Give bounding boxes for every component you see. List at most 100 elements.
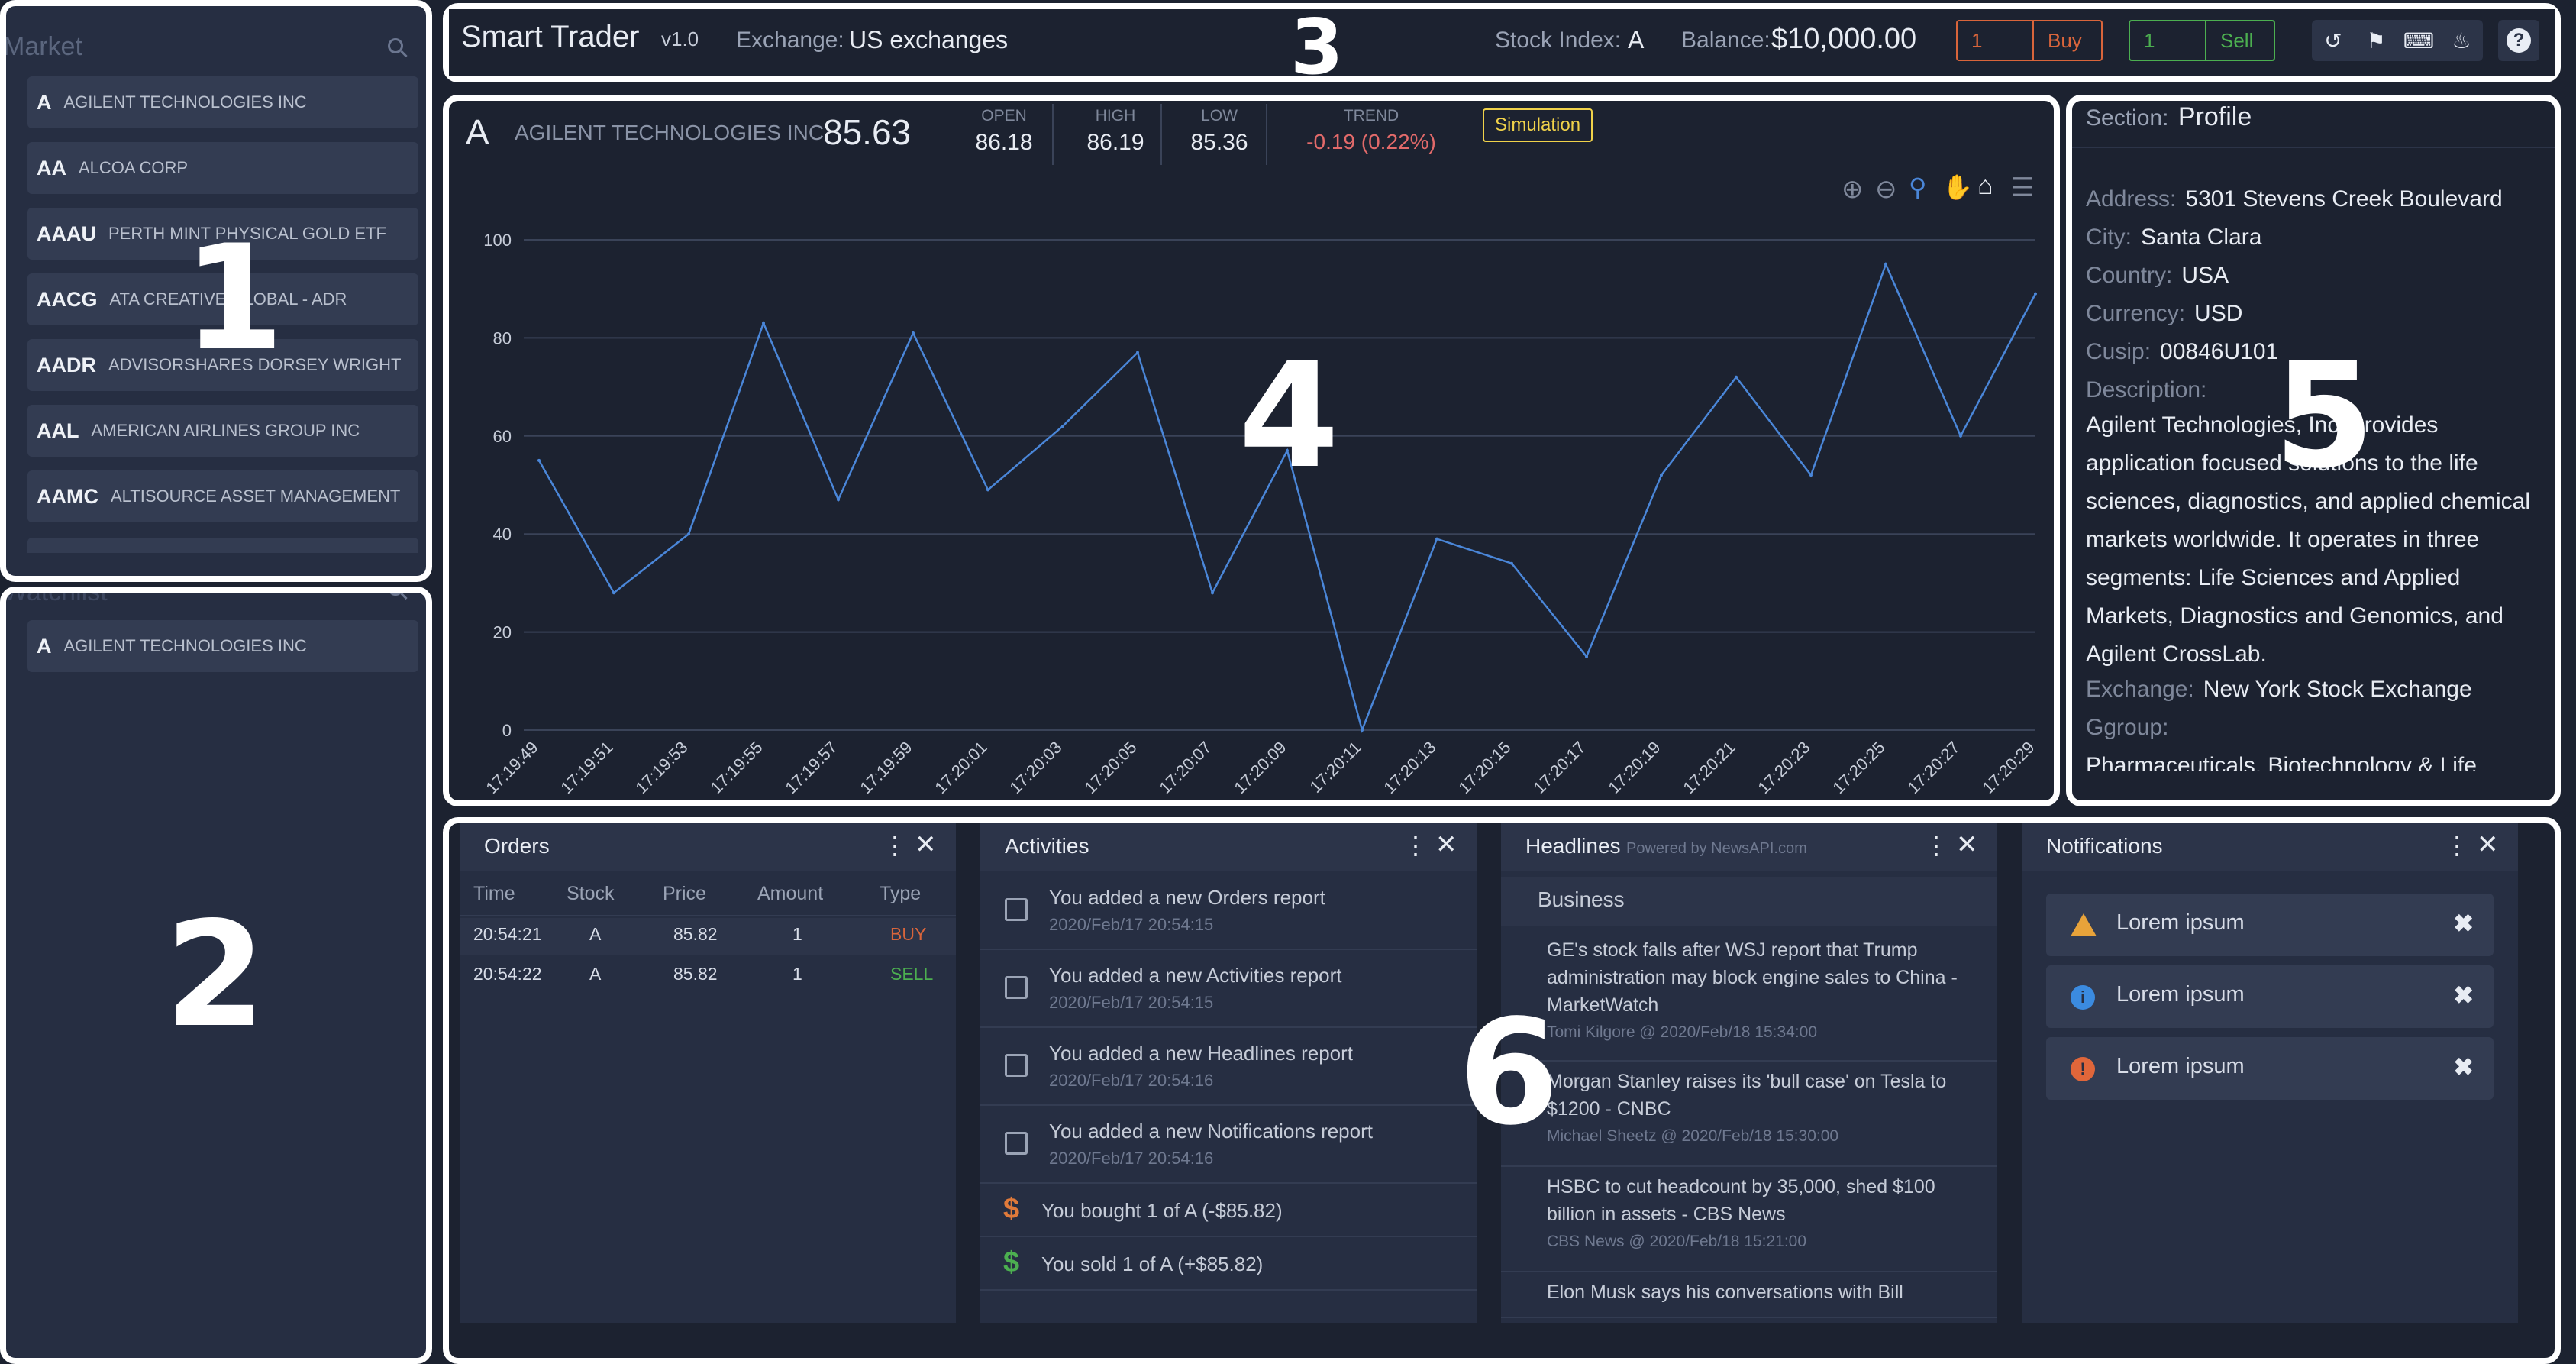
trend-label: TREND [1343, 107, 1399, 124]
close-icon[interactable]: ✕ [2477, 829, 2499, 860]
news-meta: CBS News @ 2020/Feb/18 15:21:00 [1547, 1233, 1807, 1250]
activity-checkbox[interactable] [1005, 898, 1028, 921]
activity-item[interactable]: You added a new Activities report 2020/Fe… [980, 950, 1477, 1028]
dollar-icon: $ [1003, 1246, 1020, 1278]
sell-quantity-input[interactable]: 1 [2129, 20, 2206, 61]
news-meta: Tomi Kilgore @ 2020/Feb/18 15:34:00 [1547, 1023, 1818, 1041]
data-point [1809, 474, 1813, 477]
exchange-value[interactable]: US exchanges [849, 26, 1008, 54]
bell-icon[interactable]: ♨ [2440, 20, 2483, 61]
section-value[interactable]: Profile [2178, 102, 2252, 131]
orders-column-header[interactable]: Type [880, 883, 921, 905]
x-tick-label: 17:20:09 [1230, 738, 1290, 797]
orders-column-header[interactable]: Price [663, 883, 706, 905]
market-title: Market [3, 32, 82, 61]
activity-checkbox[interactable] [1005, 976, 1028, 999]
activity-trade[interactable]: $ You bought 1 of A (-$85.82) [980, 1184, 1477, 1237]
activity-item[interactable]: You added a new Orders report 2020/Feb/17… [980, 872, 1477, 950]
more-vert-icon[interactable]: ⋮ [2445, 831, 2469, 860]
activity-trade[interactable]: $ You sold 1 of A (+$85.82) [980, 1237, 1477, 1291]
profile-row: Description: [2086, 377, 2216, 403]
watchlist-title: Watchlist [3, 587, 108, 606]
activity-item[interactable]: You added a new Notifications report 2020… [980, 1106, 1477, 1184]
notification-item[interactable]: ! Lorem ipsum ✖ [2046, 1037, 2494, 1100]
profile-value: Pharmaceuticals, Biotechnology & Life [2086, 753, 2477, 771]
notification-item[interactable]: Lorem ipsum ✖ [2046, 894, 2494, 956]
orders-column-header[interactable]: Time [473, 883, 515, 905]
flag-icon[interactable]: ⚑ [2355, 20, 2397, 61]
x-tick-label: 17:19:49 [482, 738, 541, 797]
close-icon[interactable]: ✕ [1435, 829, 1457, 860]
market-search-icon[interactable] [388, 38, 403, 53]
market-item[interactable]: AAMC ALTISOURCE ASSET MANAGEMENT [27, 470, 418, 522]
buy-quantity-input[interactable]: 1 [1956, 20, 2034, 61]
activity-date: 2020/Feb/17 20:54:16 [1049, 1149, 1214, 1168]
market-symbol: AA [37, 156, 66, 179]
order-cell-price: 85.82 [673, 964, 718, 984]
profile-row: Currency: USD [2086, 301, 2242, 327]
activity-item[interactable]: You added a new Headlines report 2020/Feb… [980, 1028, 1477, 1106]
watchlist-item[interactable]: A AGILENT TECHNOLOGIES INC [27, 620, 418, 672]
notification-text: Lorem ipsum [2116, 982, 2245, 1007]
more-vert-icon[interactable]: ⋮ [1924, 831, 1948, 860]
balance-value: $10,000.00 [1771, 23, 1917, 55]
news-item[interactable]: GE's stock falls after WSJ report that T… [1501, 930, 1997, 1062]
close-icon[interactable]: ✖ [2453, 909, 2474, 938]
close-icon[interactable]: ✖ [2453, 1052, 2474, 1081]
simulation-badge: Simulation [1483, 108, 1593, 142]
market-item[interactable]: A AGILENT TECHNOLOGIES INC [27, 76, 418, 128]
watchlist-search-icon[interactable] [388, 593, 403, 596]
app-title: Smart Trader [461, 20, 640, 53]
notification-item[interactable]: i Lorem ipsum ✖ [2046, 965, 2494, 1028]
orders-column-header[interactable]: Amount [757, 883, 823, 905]
market-symbol: AACG [37, 287, 98, 311]
order-cell-type: SELL [890, 964, 934, 984]
order-cell-time: 20:54:21 [473, 924, 542, 944]
activity-checkbox[interactable] [1005, 1132, 1028, 1155]
news-meta: Michael Sheetz @ 2020/Feb/18 15:30:00 [1547, 1127, 1839, 1145]
data-point [1361, 729, 1364, 732]
orders-column-header[interactable]: Stock [567, 883, 615, 905]
order-cell-amount: 1 [792, 924, 802, 944]
activity-text: You sold 1 of A (+$85.82) [1041, 1252, 1264, 1275]
section-label: Section: [2086, 105, 2169, 131]
news-item[interactable]: HSBC to cut headcount by 35,000, shed $1… [1501, 1167, 1997, 1272]
close-icon[interactable]: ✖ [2453, 981, 2474, 1010]
y-tick-label: 0 [502, 721, 512, 740]
profile-value: USA [2181, 263, 2229, 288]
stock-index-value: A [1628, 26, 1645, 53]
data-point [1136, 351, 1139, 354]
headlines-header: Headlines Powered by NewsAPI.com ⋮ ✕ [1501, 823, 1997, 871]
y-tick-label: 100 [483, 231, 512, 250]
market-item[interactable]: AA ALCOA CORP [27, 142, 418, 194]
low-value: 85.36 [1190, 130, 1248, 155]
more-vert-icon[interactable]: ⋮ [1403, 831, 1428, 860]
region-label-4: 4 [1238, 331, 1340, 500]
news-item[interactable]: Elon Musk says his conversations with Bi… [1501, 1272, 1997, 1318]
profile-key: Address: [2086, 186, 2177, 212]
news-title: Morgan Stanley raises its 'bull case' on… [1547, 1071, 1947, 1120]
buy-button[interactable]: Buy [2032, 20, 2103, 61]
history-icon[interactable]: ↺ [2312, 20, 2355, 61]
market-item[interactable]: AAL AMERICAN AIRLINES GROUP INC [27, 405, 418, 457]
sell-button[interactable]: Sell [2205, 20, 2275, 61]
more-vert-icon[interactable]: ⋮ [883, 831, 907, 860]
keyboard-icon[interactable]: ⌨ [2397, 20, 2440, 61]
y-tick-label: 60 [493, 427, 512, 446]
close-icon[interactable]: ✕ [915, 829, 937, 860]
news-item[interactable]: Morgan Stanley raises its 'bull case' on… [1501, 1062, 1997, 1167]
open-value: 86.18 [975, 130, 1033, 155]
app-version: v1.0 [661, 27, 699, 50]
trend-value: -0.19 (0.22%) [1306, 130, 1436, 154]
x-tick-label: 17:20:05 [1080, 738, 1140, 797]
orders-widget: Orders ⋮ ✕ Time Stock Price Amount Type 20:54… [460, 823, 956, 1323]
data-point [762, 322, 765, 325]
close-icon[interactable]: ✕ [1956, 829, 1978, 860]
activity-checkbox[interactable] [1005, 1054, 1028, 1077]
headlines-category[interactable]: Business [1501, 877, 1997, 926]
warning-icon [2071, 913, 2097, 936]
help-icon[interactable]: ? [2498, 20, 2539, 61]
order-cell-price: 85.82 [673, 924, 718, 944]
x-tick-label: 17:20:15 [1454, 738, 1514, 797]
balance-label: Balance: [1681, 27, 1771, 53]
